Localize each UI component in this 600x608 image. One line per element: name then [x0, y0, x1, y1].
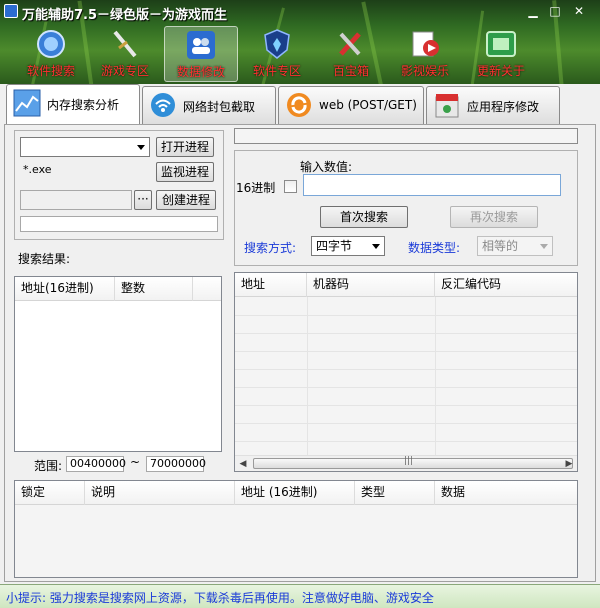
range-to-field[interactable]: 70000000 — [146, 456, 206, 472]
monitor-icon — [486, 31, 516, 57]
scroll-thumb[interactable]: ||| — [253, 456, 573, 469]
progress-bar — [234, 128, 578, 144]
range-label: 范围: — [34, 459, 63, 473]
process-info-field[interactable] — [20, 216, 218, 232]
column-header-address[interactable]: 地址 — [235, 273, 307, 297]
maximize-button[interactable]: □ — [546, 3, 564, 19]
scroll-left-icon[interactable]: ◀ — [235, 456, 251, 472]
close-button[interactable]: ✕ — [570, 3, 588, 19]
window-title: 万能辅助7.5－绿色版－为游戏而生 — [22, 8, 228, 23]
chevron-down-icon — [372, 244, 380, 249]
scroll-right-icon[interactable]: ▶ — [561, 456, 577, 472]
lock-table[interactable]: 锁定 说明 地址 (16进制) 类型 数据 — [14, 480, 578, 578]
toolbar-label: 软件专区 — [252, 64, 301, 78]
lock-table-body — [15, 505, 577, 577]
first-search-button[interactable]: 首次搜索 — [320, 206, 408, 228]
column-header-data[interactable]: 数据 — [435, 481, 577, 505]
column-header-description[interactable]: 说明 — [85, 481, 235, 505]
column-header-type[interactable]: 类型 — [355, 481, 435, 505]
app-icon — [4, 4, 18, 18]
tab-app-modify[interactable]: 应用程序修改 — [426, 86, 560, 124]
tab-web-post-get[interactable]: web (POST/GET) — [278, 86, 424, 124]
scroll-grip: ||| — [404, 456, 414, 466]
column-header-lock[interactable]: 锁定 — [15, 481, 85, 505]
app-icon — [435, 94, 459, 118]
users-icon — [187, 31, 215, 59]
disassembly-rows — [235, 297, 577, 455]
data-type-select[interactable]: 相等的 — [477, 236, 553, 256]
toolbar-item-update-about[interactable]: 更新关于 — [464, 26, 538, 82]
column-header-machine-code[interactable]: 机器码 — [307, 273, 435, 297]
open-process-button[interactable]: 打开进程 — [156, 137, 214, 157]
process-path-field[interactable] — [20, 190, 132, 210]
toolbar-item-data-edit[interactable]: 数据修改 — [164, 26, 238, 82]
toolbar-label: 更新关于 — [476, 64, 525, 78]
toolbar-item-software-zone[interactable]: 软件专区 — [240, 26, 314, 82]
results-list[interactable]: 地址(16进制) 整数 — [14, 276, 222, 452]
disassembly-header: 地址 机器码 反汇编代码 — [235, 273, 577, 297]
results-header: 地址(16进制) 整数 — [15, 277, 221, 301]
data-type-value: 相等的 — [482, 239, 519, 253]
column-header-integer[interactable]: 整数 — [115, 277, 193, 301]
search-mode-select[interactable]: 四字节 — [311, 236, 385, 256]
column-header-address-hex[interactable]: 地址 (16进制) — [235, 481, 355, 505]
toolbar-item-software-search[interactable]: 软件搜索 — [14, 26, 88, 82]
status-tip: 小提示: 强力搜索是搜索网上资源，下载杀毒后再使用。注意做好电脑、游戏安全 — [6, 591, 434, 605]
tab-label: 网络封包截取 — [183, 100, 256, 114]
refresh-icon — [287, 93, 311, 117]
minimize-button[interactable]: ▁ — [524, 3, 542, 19]
chevron-down-icon — [137, 145, 145, 150]
chevron-down-icon — [540, 244, 548, 249]
browse-button[interactable]: ··· — [134, 190, 152, 210]
toolbar-label: 影视娱乐 — [400, 64, 449, 78]
toolbar-label: 游戏专区 — [100, 64, 149, 78]
toolbar-item-media[interactable]: 影视娱乐 — [388, 26, 462, 82]
input-value-label: 输入数值: — [300, 160, 353, 174]
next-search-button[interactable]: 再次搜索 — [450, 206, 538, 228]
range-from-field[interactable]: 00400000 — [66, 456, 126, 472]
toolbar-item-game-zone[interactable]: 游戏专区 — [88, 26, 162, 82]
wifi-icon — [151, 93, 175, 117]
toolbar-item-toolbox[interactable]: 百宝箱 — [314, 26, 388, 82]
shield-icon — [264, 29, 290, 59]
tab-memory-search[interactable]: 内存搜索分析 — [6, 84, 140, 124]
monitor-process-button[interactable]: 监视进程 — [156, 162, 214, 182]
main-toolbar: 软件搜索 游戏专区 数据修改 软件专区 百宝箱 影视娱乐 更新关于 — [0, 26, 600, 82]
data-type-label: 数据类型: — [408, 241, 461, 255]
toolbar-label: 软件搜索 — [26, 64, 75, 78]
tab-label: 内存搜索分析 — [47, 98, 120, 112]
hex-checkbox[interactable] — [284, 180, 297, 193]
column-header-address[interactable]: 地址(16进制) — [15, 277, 115, 301]
search-mode-value: 四字节 — [316, 239, 353, 253]
tab-label: web (POST/GET) — [319, 98, 417, 112]
chart-icon — [13, 89, 41, 117]
lock-table-header: 锁定 说明 地址 (16进制) 类型 数据 — [15, 481, 577, 505]
process-filter-field[interactable]: *.exe — [20, 161, 150, 181]
toolbar-label: 数据修改 — [176, 65, 225, 79]
title-toolbar-area: 万能辅助7.5－绿色版－为游戏而生 ▁ □ ✕ 软件搜索 游戏专区 数据修改 软… — [0, 0, 600, 84]
horizontal-scrollbar[interactable]: ◀ ||| ▶ — [235, 455, 577, 471]
disassembly-grid[interactable]: 地址 机器码 反汇编代码 ◀ ||| ▶ — [234, 272, 578, 472]
search-mode-label: 搜索方式: — [244, 241, 297, 255]
column-header-disassembly[interactable]: 反汇编代码 — [435, 273, 577, 297]
tab-strip: 内存搜索分析 网络封包截取 web (POST/GET) 应用程序修改 — [0, 84, 600, 124]
app-window: 万能辅助7.5－绿色版－为游戏而生 ▁ □ ✕ 软件搜索 游戏专区 数据修改 软… — [0, 0, 600, 608]
search-results-label: 搜索结果: — [18, 252, 71, 266]
hex-label: 16进制 — [236, 181, 276, 195]
tab-label: 应用程序修改 — [467, 100, 540, 114]
status-bar: 小提示: 强力搜索是搜索网上资源，下载杀毒后再使用。注意做好电脑、游戏安全 — [0, 584, 600, 608]
range-separator: ~ — [130, 455, 141, 469]
create-process-button[interactable]: 创建进程 — [156, 190, 216, 210]
magnifier-icon — [37, 30, 65, 58]
media-icon — [412, 31, 439, 57]
tools-icon — [339, 32, 361, 56]
sword-icon — [113, 30, 137, 58]
tab-packet-capture[interactable]: 网络封包截取 — [142, 86, 276, 124]
search-value-input[interactable] — [303, 174, 561, 196]
process-select[interactable] — [20, 137, 150, 157]
toolbar-label: 百宝箱 — [332, 64, 369, 78]
